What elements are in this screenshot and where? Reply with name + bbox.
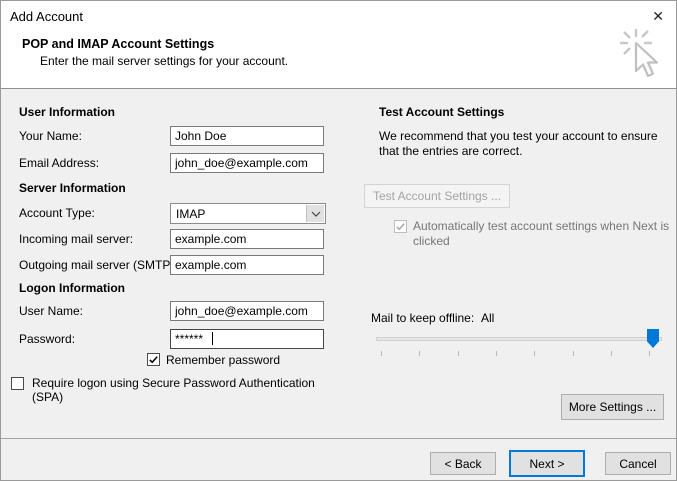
slider-tick xyxy=(534,351,535,356)
password-field-wrapper xyxy=(170,329,324,349)
cancel-button[interactable]: Cancel xyxy=(605,452,671,475)
test-settings-description: We recommend that you test your account … xyxy=(379,129,658,158)
add-account-dialog: Add Account ✕ POP and IMAP Account Setti… xyxy=(0,0,677,481)
remember-password-label[interactable]: Remember password xyxy=(166,353,280,367)
test-account-settings-button[interactable]: Test Account Settings ... xyxy=(364,184,510,208)
slider-tick xyxy=(573,351,574,356)
offline-slider-thumb[interactable] xyxy=(647,329,659,348)
dialog-footer: < Back Next > Cancel xyxy=(1,438,676,480)
section-logon-information: Logon Information xyxy=(19,281,125,295)
chevron-down-icon xyxy=(311,211,320,217)
user-name-label: User Name: xyxy=(19,304,84,318)
section-user-information: User Information xyxy=(19,105,116,119)
remember-password-checkbox[interactable] xyxy=(147,353,160,366)
section-test-account-settings: Test Account Settings xyxy=(379,105,505,119)
mail-offline-label: Mail to keep offline: xyxy=(371,311,475,325)
slider-tick xyxy=(649,351,650,356)
your-name-field[interactable] xyxy=(170,126,324,146)
email-address-field[interactable] xyxy=(170,153,324,173)
busy-cursor-icon xyxy=(620,29,659,78)
slider-tick xyxy=(381,351,382,356)
incoming-server-field[interactable] xyxy=(170,229,324,249)
slider-tick xyxy=(611,351,612,356)
slider-tick xyxy=(419,351,420,356)
outgoing-server-field[interactable] xyxy=(170,255,324,275)
password-field[interactable] xyxy=(170,329,324,349)
spa-label[interactable]: Require logon using Secure Password Auth… xyxy=(32,376,344,404)
text-caret xyxy=(212,332,213,345)
checkmark-icon xyxy=(149,356,158,364)
combo-dropdown-button[interactable] xyxy=(306,205,324,222)
outgoing-server-label: Outgoing mail server (SMTP): xyxy=(19,258,178,272)
incoming-server-label: Incoming mail server: xyxy=(19,232,134,246)
user-name-field[interactable] xyxy=(170,301,324,321)
slider-tick xyxy=(458,351,459,356)
password-label: Password: xyxy=(19,332,76,346)
page-subtitle: Enter the mail server settings for your … xyxy=(40,54,289,68)
slider-tick xyxy=(496,351,497,356)
mail-offline-value: All xyxy=(481,311,495,325)
dialog-header: Add Account ✕ POP and IMAP Account Setti… xyxy=(1,1,676,89)
section-server-information: Server Information xyxy=(19,181,126,195)
page-title: POP and IMAP Account Settings xyxy=(22,37,215,51)
close-icon[interactable]: ✕ xyxy=(652,7,664,25)
auto-test-checkbox[interactable] xyxy=(394,220,407,233)
email-address-label: Email Address: xyxy=(19,156,100,170)
offline-slider-track[interactable] xyxy=(376,337,662,341)
auto-test-label[interactable]: Automatically test account settings when… xyxy=(413,219,671,249)
back-button[interactable]: < Back xyxy=(430,452,496,475)
spa-checkbox[interactable] xyxy=(11,377,24,390)
next-button[interactable]: Next > xyxy=(509,450,585,477)
account-type-value: IMAP xyxy=(176,207,206,221)
account-type-label: Account Type: xyxy=(19,206,95,220)
account-type-select[interactable]: IMAP xyxy=(170,203,326,224)
window-title: Add Account xyxy=(10,9,83,24)
more-settings-button[interactable]: More Settings ... xyxy=(561,394,664,420)
your-name-label: Your Name: xyxy=(19,129,82,143)
checkmark-icon xyxy=(396,223,405,231)
